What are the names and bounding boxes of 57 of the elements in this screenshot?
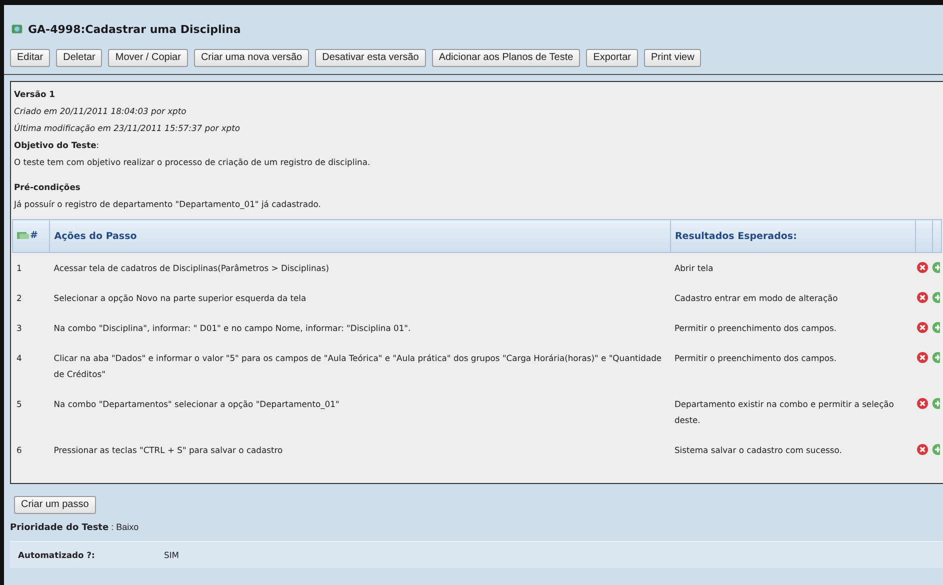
step-action: Na combo "Departamentos" selecionar a opção "Departamento_01" [52, 398, 340, 411]
step-result: Abrir tela [670, 252, 916, 283]
toolbar-button[interactable]: Exportar [586, 49, 638, 67]
objective-label: Objetivo do Teste [14, 140, 96, 150]
automated-value: SIM [164, 550, 180, 560]
step-number: 2 [16, 292, 23, 305]
created-info: Criado em 20/11/2011 18:04:03 por xpto [14, 105, 188, 118]
objective-separator: : [96, 140, 100, 150]
priority-label: Prioridade do Teste [10, 523, 109, 533]
preconditions-label: Pré-condições [14, 181, 82, 194]
column-header: Ações do Passo [50, 220, 670, 252]
step-action: Selecionar a opção Novo na parte superior esquerda da tela [52, 292, 308, 305]
add-icon[interactable] [932, 398, 940, 409]
add-icon[interactable] [932, 352, 940, 363]
toolbar-button[interactable]: Adicionar aos Planos de Teste [432, 49, 580, 67]
preconditions-text: Já possuír o registro de departamento "Departamento_01" já cadastrado. [14, 198, 322, 211]
toolbar-button[interactable]: Mover / Copiar [108, 49, 188, 67]
step-result: Departamento existir na combo e permitir a seleção deste. [673, 398, 895, 427]
delete-icon[interactable] [917, 292, 928, 303]
automated-label: Automatizado ?: [18, 550, 96, 560]
step-result: Sistema salvar o cadastro com sucesso. [673, 444, 843, 457]
step-action: Pressionar as teclas "CTRL + S" para salvar o cadastro [52, 444, 284, 457]
step-number: 4 [16, 352, 23, 365]
add-icon[interactable] [932, 262, 940, 273]
step-action: Acessar tela de cadatros de Disciplinas(Parâmetros > Disciplinas) [50, 252, 670, 283]
delete-icon[interactable] [917, 322, 928, 333]
add-icon[interactable] [932, 292, 940, 303]
delete-icon[interactable] [917, 352, 928, 363]
delete-icon[interactable] [917, 262, 928, 273]
steps-icon [17, 230, 29, 240]
delete-icon[interactable] [917, 398, 928, 409]
add-icon[interactable] [932, 444, 940, 455]
column-header: Resultados Esperados: [670, 220, 916, 252]
toolbar-button[interactable]: Print view [644, 49, 702, 67]
page-title: GA-4998:Cadastrar uma Disciplina [28, 22, 241, 36]
step-result: Cadastro entrar em modo de alteração [673, 292, 839, 305]
step-result: Permitir o preenchimento dos campos. [673, 322, 838, 335]
create-step-button[interactable]: Criar um passo [14, 496, 96, 514]
step-number: 3 [16, 322, 23, 335]
toolbar-button[interactable]: Deletar [56, 49, 102, 67]
document-icon [11, 23, 23, 35]
step-result: Permitir o preenchimento dos campos. [673, 352, 838, 365]
toolbar-button[interactable]: Criar uma nova versão [194, 49, 310, 67]
toolbar-button[interactable]: Desativar esta versão [315, 49, 426, 67]
modified-info: Última modificação em 23/11/2011 15:57:37 por xpto [14, 122, 242, 135]
step-action: Clicar na aba "Dados" e informar o valor "5" para os campos de "Aula Teórica" e "Aula prática" dos grupos "Carga Horária(horas)" e "Quantidade de Créditos" [52, 352, 663, 381]
column-header: # [12, 220, 50, 252]
priority-value: : Baixo [110, 522, 139, 532]
step-number: 5 [16, 398, 23, 411]
step-number: 1 [12, 252, 50, 283]
objective-text: O teste tem com objetivo realizar o processo de criação de um registro de disciplina. [14, 156, 372, 169]
step-action: Na combo "Disciplina", informar: " D01" e no campo Nome, informar: "Disciplina 01". [52, 322, 412, 335]
add-icon[interactable] [932, 322, 940, 333]
version-label: Versão 1 [14, 88, 56, 101]
delete-icon[interactable] [917, 444, 928, 455]
toolbar-button[interactable]: Editar [10, 49, 50, 67]
step-number: 6 [16, 444, 23, 457]
